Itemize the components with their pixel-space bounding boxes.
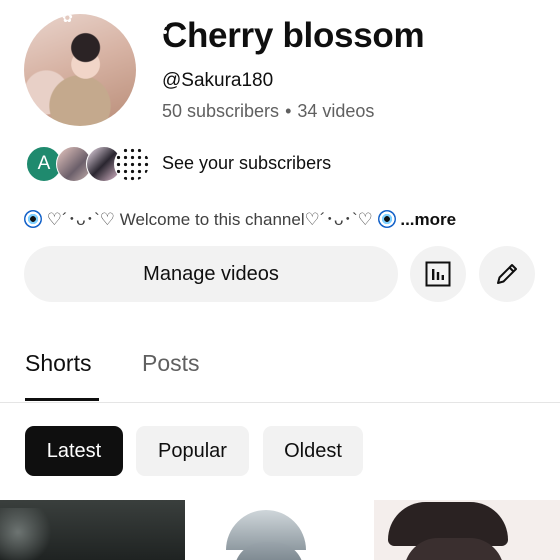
description-text: ♡´･ᴗ･`♡ Welcome to this channel♡´･ᴗ･`♡ — [46, 210, 373, 229]
more-options-icon[interactable] — [162, 16, 168, 36]
subscriber-count: 50 subscribers — [162, 101, 280, 121]
more-link[interactable]: ...more — [400, 210, 456, 229]
chip-latest[interactable]: Latest — [25, 426, 123, 476]
subscriber-avatar — [114, 146, 150, 182]
analytics-button[interactable] — [410, 246, 466, 302]
channel-stats: 50 subscribers • 34 videos — [162, 101, 374, 122]
flower-icon: ✿ — [62, 14, 73, 25]
manage-videos-button[interactable]: Manage videos — [24, 246, 398, 302]
video-count: 34 videos — [297, 101, 375, 121]
stats-separator: • — [285, 101, 292, 121]
shorts-thumbnail[interactable] — [188, 500, 371, 560]
tab-shorts[interactable]: Shorts — [25, 350, 91, 377]
tab-posts[interactable]: Posts — [142, 350, 200, 377]
tab-selected-indicator — [25, 398, 99, 401]
edit-channel-button[interactable] — [479, 246, 535, 302]
channel-name: Cherry blossom — [162, 16, 425, 55]
channel-avatar[interactable]: ✿ — [24, 14, 136, 126]
evil-eye-icon — [377, 210, 396, 228]
channel-handle: @Sakura180 — [162, 70, 274, 91]
shorts-thumbnail[interactable] — [0, 500, 185, 560]
see-subscribers-link[interactable]: See your subscribers — [162, 153, 331, 174]
analytics-icon — [425, 261, 451, 287]
channel-description[interactable]: ♡´･ᴗ･`♡ Welcome to this channel♡´･ᴗ･`♡ .… — [24, 205, 456, 230]
chip-popular[interactable]: Popular — [136, 426, 249, 476]
evil-eye-icon — [24, 210, 42, 228]
channel-tabs: Shorts Posts — [0, 340, 560, 403]
shorts-thumbnail[interactable] — [374, 500, 560, 560]
pencil-icon — [497, 264, 517, 284]
subscriber-avatars[interactable]: A — [26, 146, 150, 182]
chip-oldest[interactable]: Oldest — [263, 426, 363, 476]
more-options-icon[interactable] — [537, 16, 543, 36]
